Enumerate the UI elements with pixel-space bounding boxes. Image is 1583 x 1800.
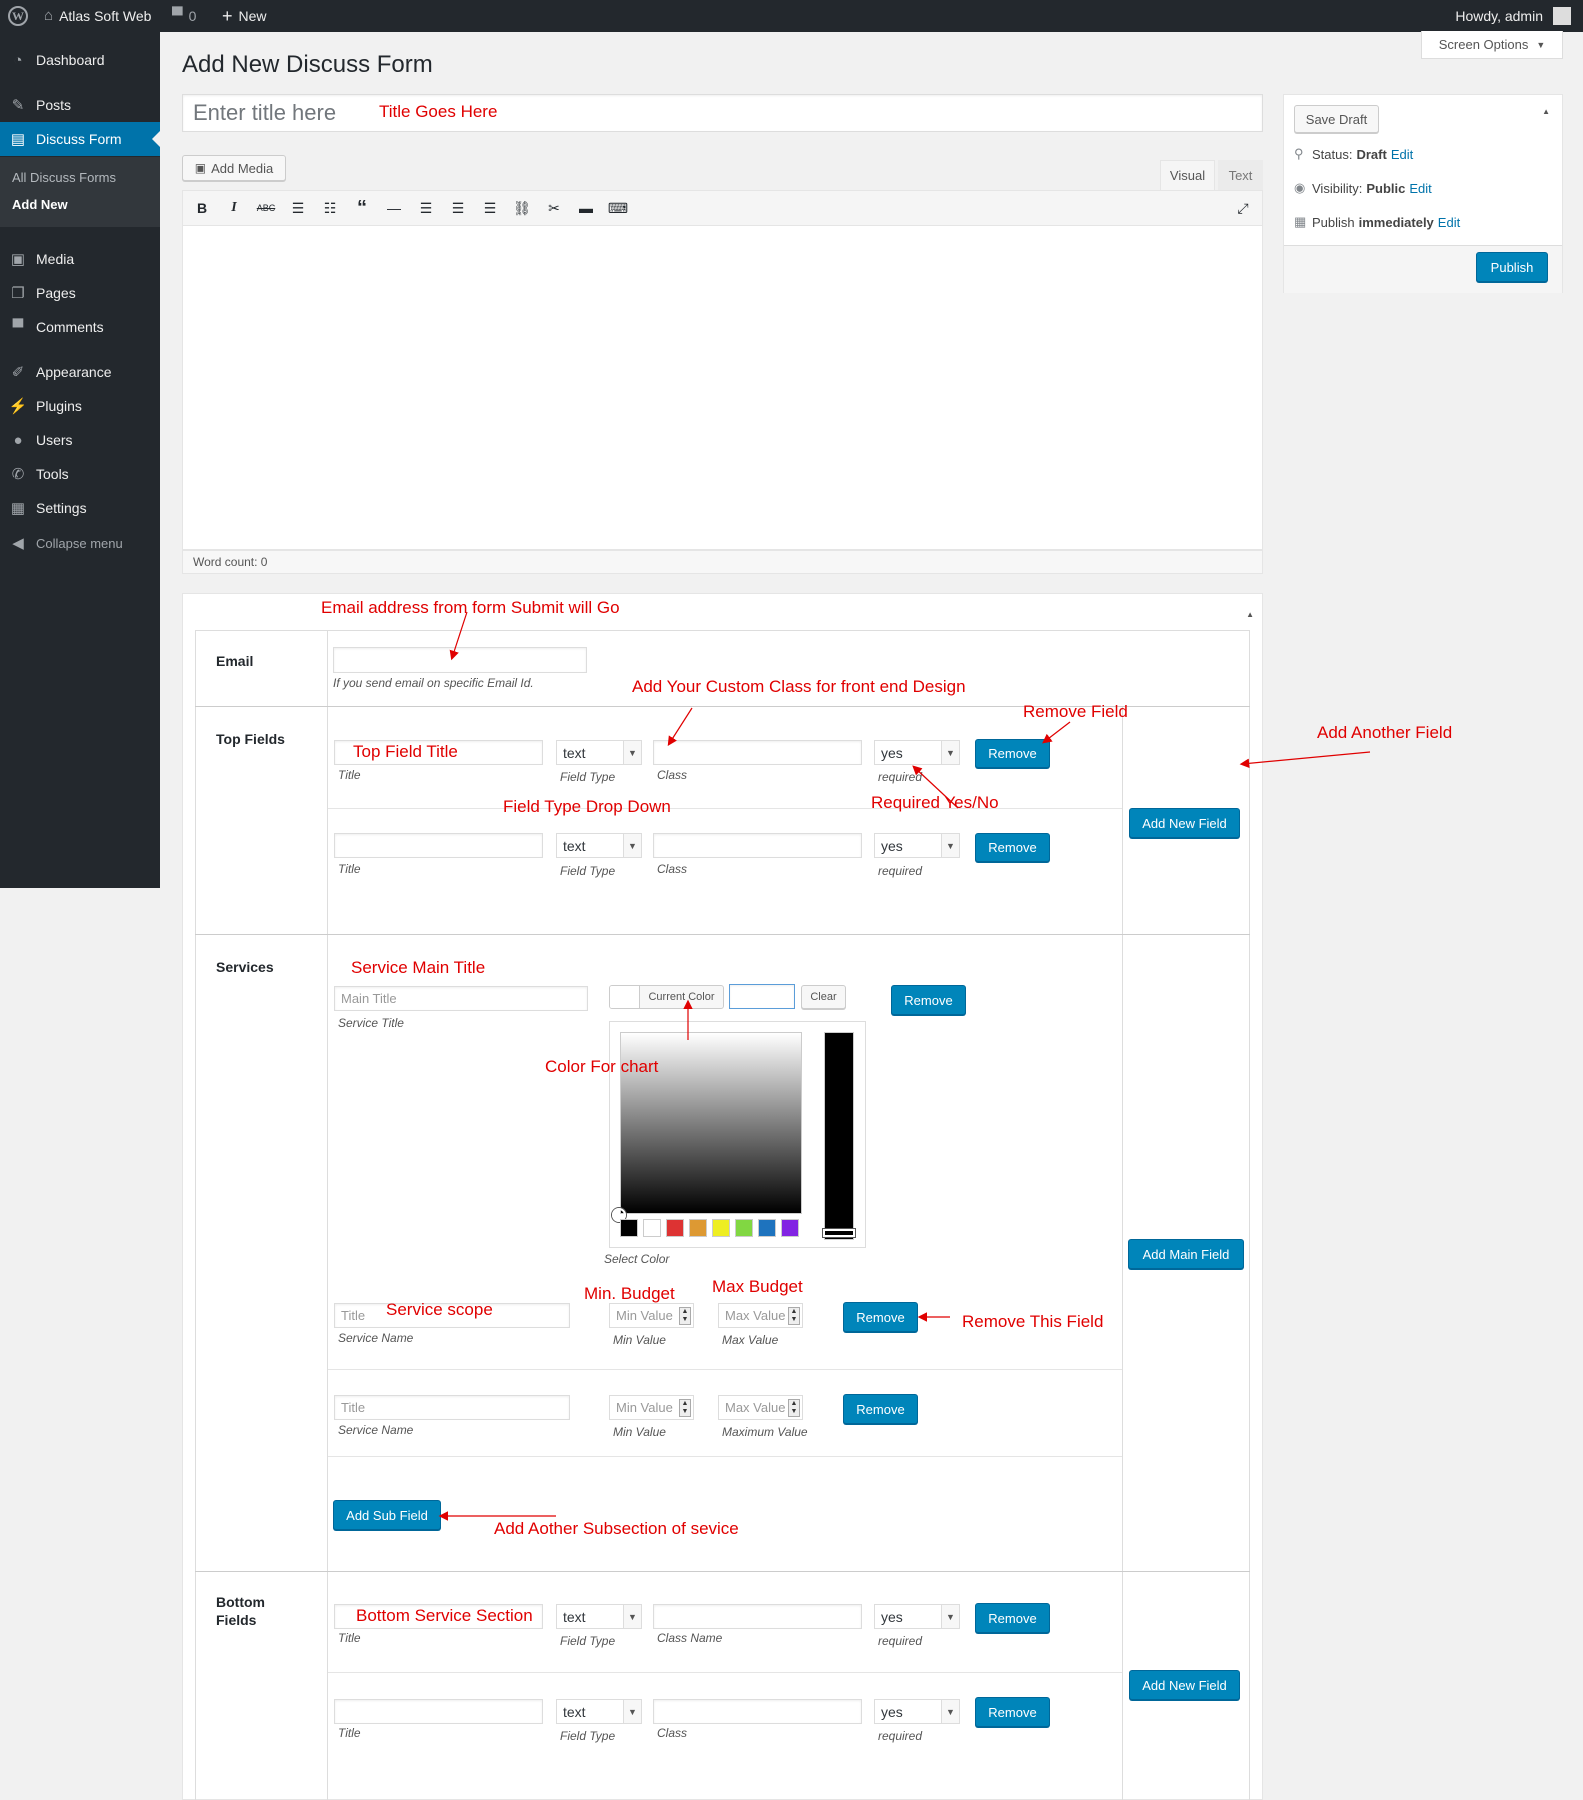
annotation-arrows — [438, 611, 1371, 1521]
